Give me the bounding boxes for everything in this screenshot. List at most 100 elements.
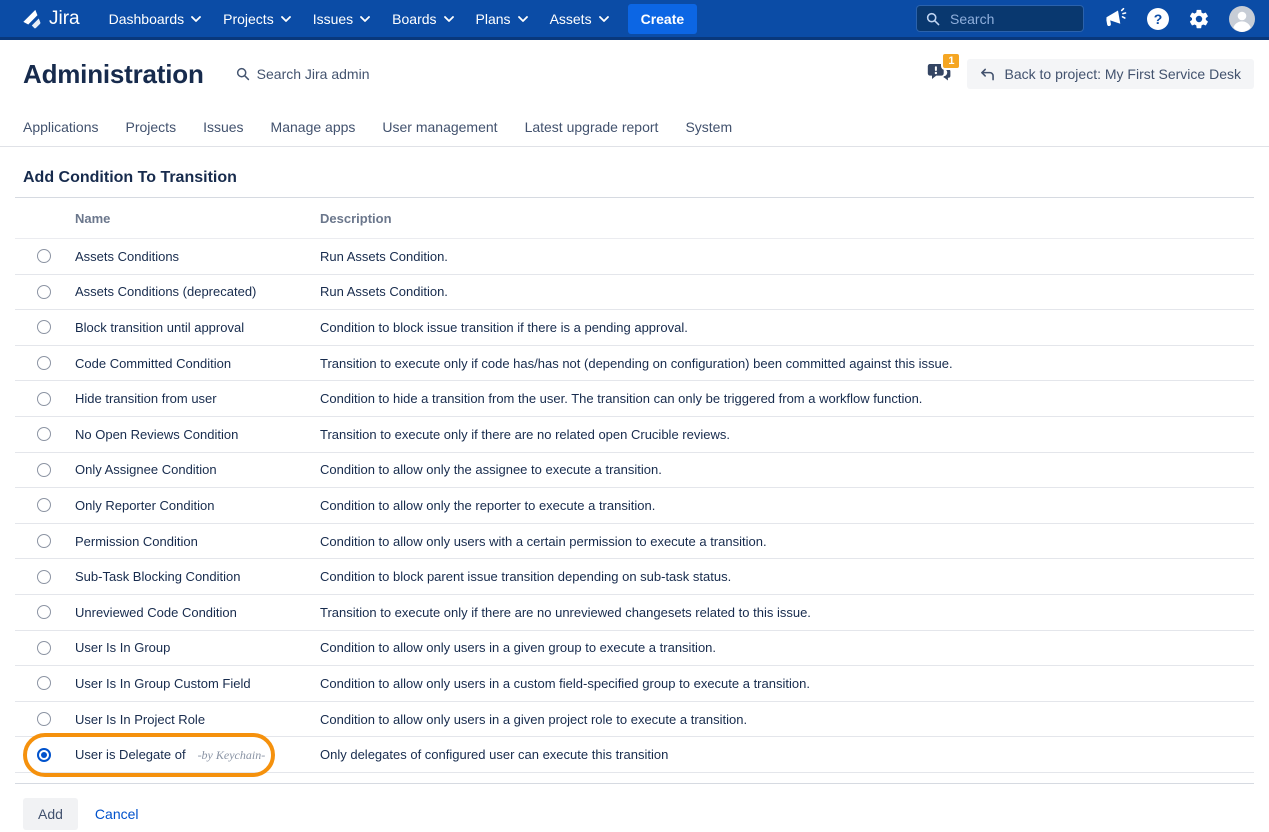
table-row: Code Committed Condition Transition to e…	[15, 346, 1254, 382]
nav-menu-plans[interactable]: Plans	[465, 4, 539, 34]
tab-manage-apps[interactable]: Manage apps	[271, 119, 356, 135]
nav-menu-label: Issues	[313, 11, 353, 27]
condition-radio[interactable]	[37, 570, 51, 584]
name-cell: Only Assignee Condition	[75, 462, 320, 477]
condition-radio[interactable]	[37, 285, 51, 299]
condition-description: Condition to allow only users in a custo…	[320, 676, 1254, 691]
create-button[interactable]: Create	[628, 4, 698, 34]
nav-menu-assets[interactable]: Assets	[539, 4, 620, 34]
tab-issues[interactable]: Issues	[203, 119, 243, 135]
radio-cell	[15, 712, 75, 726]
condition-radio[interactable]	[37, 605, 51, 619]
condition-name: Block transition until approval	[75, 320, 244, 335]
condition-vendor: -by Keychain-	[198, 748, 266, 763]
nav-menu-boards[interactable]: Boards	[381, 4, 464, 34]
navbar-right: ?	[916, 5, 1255, 32]
main-content: Add Condition To Transition Name Descrip…	[15, 147, 1254, 830]
jira-logo[interactable]: Jira	[20, 7, 80, 30]
radio-cell	[15, 534, 75, 548]
table-header: Name Description	[15, 198, 1254, 239]
condition-radio[interactable]	[37, 712, 51, 726]
condition-radio[interactable]	[37, 392, 51, 406]
top-navbar: Jira Dashboards Projects Issues Boards Plans…	[0, 0, 1269, 40]
tab-latest-upgrade-report[interactable]: Latest upgrade report	[525, 119, 659, 135]
condition-name: Hide transition from user	[75, 391, 217, 406]
cancel-link[interactable]: Cancel	[95, 806, 139, 822]
condition-description: Condition to allow only users in a given…	[320, 640, 1254, 655]
name-cell: Block transition until approval	[75, 320, 320, 335]
table-row: Permission Condition Condition to allow …	[15, 524, 1254, 560]
admin-tabs: Applications Projects Issues Manage apps Use…	[0, 108, 1269, 147]
nav-menu-projects[interactable]: Projects	[212, 4, 302, 34]
nav-menu-label: Projects	[223, 11, 274, 27]
condition-description: Transition to execute only if there are …	[320, 427, 1254, 442]
page-title: Administration	[23, 59, 204, 90]
radio-cell	[15, 392, 75, 406]
name-cell: Assets Conditions	[75, 249, 320, 264]
name-cell: Only Reporter Condition	[75, 498, 320, 513]
table-row: User is Delegate of -by Keychain- Only d…	[15, 737, 1254, 773]
condition-radio[interactable]	[37, 676, 51, 690]
radio-cell	[15, 249, 75, 263]
back-to-project-button[interactable]: Back to project: My First Service Desk	[967, 59, 1254, 89]
settings-gear-icon[interactable]	[1188, 8, 1210, 30]
admin-header-right: 1 Back to project: My First Service Desk	[926, 59, 1254, 90]
user-avatar[interactable]	[1229, 6, 1255, 32]
navbar-search-input[interactable]	[948, 10, 1068, 28]
condition-radio[interactable]	[37, 249, 51, 263]
notification-badge: 1	[941, 52, 961, 70]
table-row: Sub-Task Blocking Condition Condition to…	[15, 559, 1254, 595]
column-header-description: Description	[320, 211, 1254, 226]
nav-menu-label: Dashboards	[109, 11, 185, 27]
table-row: User Is In Group Condition to allow only…	[15, 631, 1254, 667]
condition-name: User Is In Project Role	[75, 712, 205, 727]
condition-description: Condition to block parent issue transiti…	[320, 569, 1254, 584]
condition-description: Only delegates of configured user can ex…	[320, 747, 1254, 762]
condition-radio[interactable]	[37, 356, 51, 370]
admin-search-label: Search Jira admin	[257, 66, 370, 82]
radio-cell	[15, 463, 75, 477]
condition-description: Condition to hide a transition from the …	[320, 391, 1254, 406]
add-button[interactable]: Add	[23, 798, 78, 830]
form-footer: Add Cancel	[15, 784, 1254, 830]
condition-radio[interactable]	[37, 641, 51, 655]
condition-description: Condition to allow only the assignee to …	[320, 462, 1254, 477]
megaphone-icon[interactable]	[1103, 7, 1128, 31]
chevron-down-icon	[191, 16, 201, 22]
condition-name: Permission Condition	[75, 534, 198, 549]
section-heading: Add Condition To Transition	[15, 147, 1254, 198]
notifications-icon[interactable]: 1	[926, 59, 953, 90]
condition-radio[interactable]	[37, 427, 51, 441]
return-arrow-icon	[980, 68, 995, 81]
condition-radio[interactable]	[37, 320, 51, 334]
condition-name: User is Delegate of	[75, 747, 186, 762]
nav-menu-dashboards[interactable]: Dashboards	[98, 4, 213, 34]
table-row: Hide transition from user Condition to h…	[15, 381, 1254, 417]
help-icon[interactable]: ?	[1147, 8, 1169, 30]
jira-logo-icon	[20, 7, 43, 30]
condition-radio[interactable]	[37, 463, 51, 477]
tab-projects[interactable]: Projects	[126, 119, 177, 135]
navbar-search[interactable]	[916, 5, 1084, 32]
radio-cell	[15, 285, 75, 299]
tab-system[interactable]: System	[685, 119, 732, 135]
condition-radio[interactable]	[37, 748, 51, 762]
nav-menu-label: Plans	[476, 11, 511, 27]
search-icon	[926, 12, 940, 26]
condition-radio[interactable]	[37, 498, 51, 512]
condition-description: Condition to block issue transition if t…	[320, 320, 1254, 335]
radio-cell	[15, 498, 75, 512]
tab-applications[interactable]: Applications	[23, 119, 99, 135]
radio-cell	[15, 676, 75, 690]
name-cell: Unreviewed Code Condition	[75, 605, 320, 620]
condition-description: Transition to execute only if there are …	[320, 605, 1254, 620]
nav-menu-issues[interactable]: Issues	[302, 4, 381, 34]
condition-radio[interactable]	[37, 534, 51, 548]
radio-cell	[15, 570, 75, 584]
nav-menu-label: Boards	[392, 11, 436, 27]
radio-cell	[15, 641, 75, 655]
name-cell: User Is In Group Custom Field	[75, 676, 320, 691]
conditions-table: Assets Conditions Run Assets Condition. …	[15, 239, 1254, 773]
admin-search[interactable]: Search Jira admin	[236, 66, 370, 82]
tab-user-management[interactable]: User management	[382, 119, 497, 135]
